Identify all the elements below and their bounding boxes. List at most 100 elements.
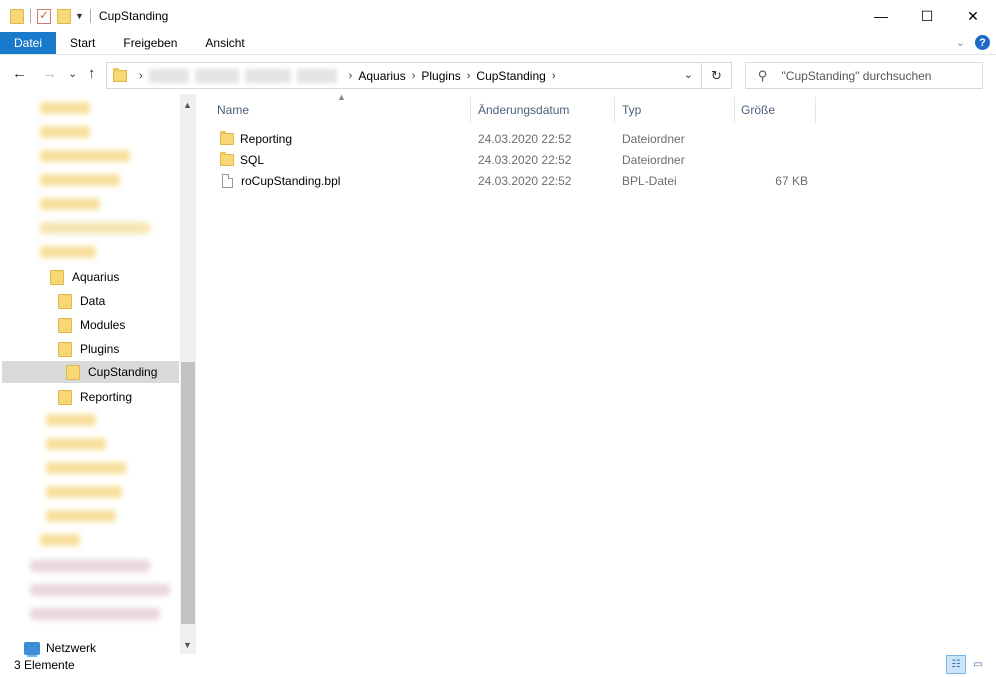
- new-folder-icon[interactable]: [57, 8, 71, 24]
- column-divider[interactable]: [815, 97, 816, 123]
- column-divider[interactable]: [614, 97, 615, 123]
- redacted-tree-item: [40, 246, 96, 258]
- refresh-icon: ↻: [711, 67, 722, 83]
- nav-pane-scrollbar[interactable]: ▲ ▼: [180, 94, 196, 654]
- redacted-tree-item: [30, 608, 160, 620]
- search-box[interactable]: ⚲ "CupStanding" durchsuchen: [745, 62, 983, 89]
- folder-icon: [66, 364, 80, 380]
- tree-item-modules[interactable]: Modules: [58, 314, 180, 336]
- breadcrumb-plugins[interactable]: Plugins: [421, 69, 460, 83]
- breadcrumb-separator[interactable]: ›: [412, 70, 416, 82]
- redacted-tree-item: [30, 560, 150, 572]
- tree-item-label: Plugins: [80, 342, 120, 356]
- redacted-tree-item: [46, 486, 122, 498]
- breadcrumb-separator: ›: [139, 69, 143, 82]
- redacted-crumb: [296, 68, 337, 83]
- scroll-down-arrow-icon[interactable]: ▼: [183, 640, 192, 650]
- column-header-name[interactable]: Name: [217, 97, 467, 123]
- address-bar[interactable]: › › Aquarius › Plugins › CupStanding › ⌄: [106, 62, 702, 89]
- window-title: CupStanding: [98, 9, 169, 23]
- refresh-button[interactable]: ↻: [702, 62, 732, 89]
- file-name-cell: roCupStanding.bpl: [220, 174, 340, 188]
- search-placeholder: "CupStanding" durchsuchen: [781, 68, 932, 83]
- up-arrow-icon[interactable]: ↑: [88, 65, 96, 82]
- redacted-crumb: [194, 68, 239, 83]
- help-icon[interactable]: ?: [975, 35, 990, 50]
- close-button[interactable]: ✕: [950, 0, 996, 32]
- expand-ribbon-chevron-icon[interactable]: ⌄: [956, 36, 965, 49]
- search-icon: ⚲: [758, 67, 768, 83]
- redacted-tree-item: [40, 126, 90, 138]
- tab-ansicht[interactable]: Ansicht: [191, 32, 258, 54]
- minimize-button[interactable]: —: [858, 0, 904, 32]
- breadcrumb-separator[interactable]: ›: [467, 70, 471, 82]
- file-modified: 24.03.2020 22:52: [478, 174, 572, 188]
- column-header-modified[interactable]: Änderungsdatum: [478, 97, 613, 123]
- forward-arrow-icon[interactable]: →: [42, 65, 57, 82]
- redacted-tree-item: [40, 534, 80, 546]
- file-type: Dateiordner: [622, 153, 685, 167]
- redacted-tree-item: [40, 174, 120, 186]
- large-icons-view-button[interactable]: ▭: [968, 655, 988, 674]
- column-header-type[interactable]: Typ: [622, 97, 732, 123]
- details-view-button[interactable]: ☷: [946, 655, 966, 674]
- redacted-tree-item: [30, 584, 170, 596]
- folder-icon: [58, 317, 72, 333]
- customize-toolbar-dropdown-icon[interactable]: ▼: [75, 11, 84, 21]
- tree-item-aquarius[interactable]: Aquarius: [50, 266, 180, 288]
- tab-start[interactable]: Start: [56, 32, 109, 54]
- folder-icon: [113, 67, 127, 82]
- tree-item-data[interactable]: Data: [58, 290, 180, 312]
- maximize-button[interactable]: ☐: [904, 0, 950, 32]
- column-divider[interactable]: [470, 97, 471, 123]
- file-row-reporting[interactable]: Reporting 24.03.2020 22:52 Dateiordner: [210, 128, 820, 149]
- column-header-size[interactable]: Größe: [741, 97, 811, 123]
- scrollbar-thumb[interactable]: [181, 362, 195, 624]
- file-row-rocupstanding-bpl[interactable]: roCupStanding.bpl 24.03.2020 22:52 BPL-D…: [210, 170, 820, 191]
- navigation-pane: Aquarius Data Modules Plugins CupStandin…: [0, 94, 197, 654]
- tree-item-network[interactable]: Netzwerk: [24, 641, 97, 657]
- file-name-cell: Reporting: [220, 131, 292, 146]
- toolbar-divider: [89, 9, 91, 23]
- tree-item-label: Modules: [80, 318, 126, 332]
- network-icon: [24, 641, 40, 657]
- breadcrumb-separator[interactable]: ›: [552, 70, 556, 82]
- tab-datei[interactable]: Datei: [0, 32, 57, 54]
- redacted-tree-item: [46, 414, 96, 426]
- column-divider[interactable]: [734, 97, 735, 123]
- file-size: 67 KB: [775, 174, 808, 188]
- redacted-tree-item: [40, 198, 100, 210]
- tree-item-label: CupStanding: [88, 365, 158, 379]
- file-name: SQL: [240, 153, 265, 167]
- tab-freigeben[interactable]: Freigeben: [109, 32, 191, 54]
- file-icon: [222, 174, 233, 188]
- folder-icon: [10, 8, 24, 24]
- tree-item-cupstanding[interactable]: CupStanding: [2, 361, 179, 383]
- file-name-cell: SQL: [220, 152, 265, 167]
- tree-item-label: Reporting: [80, 390, 133, 404]
- file-row-sql[interactable]: SQL 24.03.2020 22:52 Dateiordner: [210, 149, 820, 170]
- file-modified: 24.03.2020 22:52: [478, 132, 572, 146]
- back-arrow-icon[interactable]: ←: [12, 65, 27, 82]
- toolbar-divider: [30, 9, 31, 23]
- recent-locations-chevron-icon[interactable]: ⌄: [68, 67, 77, 80]
- folder-icon: [58, 389, 72, 405]
- redacted-tree-item: [46, 510, 116, 522]
- scroll-up-arrow-icon[interactable]: ▲: [183, 100, 192, 110]
- tree-item-label: Data: [80, 294, 106, 308]
- status-item-count: 3 Elemente: [14, 658, 75, 672]
- tree-item-label: Aquarius: [72, 270, 120, 284]
- folder-icon: [220, 131, 234, 145]
- address-history-dropdown-icon[interactable]: ⌄: [684, 68, 693, 81]
- tree-item-reporting[interactable]: Reporting: [58, 386, 180, 408]
- file-type: BPL-Datei: [622, 174, 677, 188]
- tree-item-plugins[interactable]: Plugins: [58, 338, 180, 360]
- breadcrumb-aquarius[interactable]: Aquarius: [358, 69, 405, 83]
- breadcrumb-separator: ›: [348, 69, 353, 82]
- navigation-row: ← → ⌄ ↑ › › Aquarius › Plugins › CupStan…: [0, 56, 996, 94]
- redacted-tree-item: [40, 102, 90, 114]
- properties-icon[interactable]: [37, 8, 51, 24]
- tree-item-label: Netzwerk: [46, 641, 97, 655]
- view-switcher: ☷ ▭: [946, 655, 988, 674]
- breadcrumb-cupstanding[interactable]: CupStanding: [476, 69, 545, 83]
